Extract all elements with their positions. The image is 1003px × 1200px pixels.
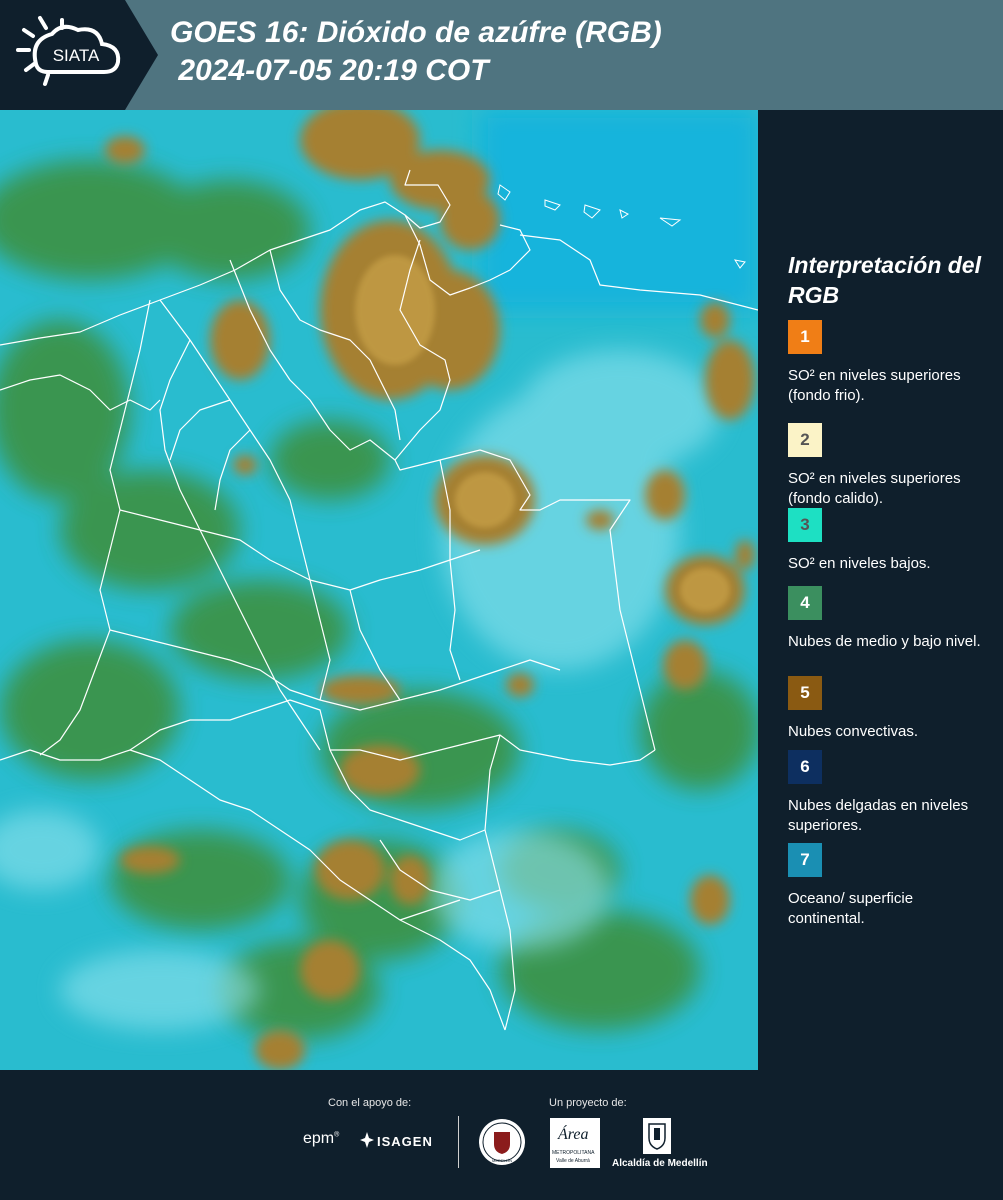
datetime-line: 2024-07-05 20:19 COT: [170, 54, 489, 87]
satellite-map[interactable]: [0, 110, 758, 1070]
project-label: Un proyecto de:: [549, 1097, 627, 1109]
alcaldia-shield-icon: [643, 1118, 671, 1159]
legend-swatch: 5: [788, 676, 822, 710]
legend-text: Oceano/ superficie continental.: [788, 890, 914, 927]
legend-text: Nubes convectivas.: [788, 723, 919, 740]
legend-panel: Interpretación del RGB 1 SO² en niveles s…: [758, 110, 1003, 1070]
legend-text: SO² en niveles superiores (fondo calido)…: [788, 470, 961, 507]
siata-logo: SIATA: [0, 0, 160, 110]
legend-text: SO² en niveles bajos.: [788, 555, 931, 572]
legend-item-7: 7 Oceano/ superficie continental.: [788, 843, 988, 929]
legend-item-1: 1 SO² en niveles superiores (fondo frio).: [788, 320, 988, 406]
page-title: GOES 16: Dióxido de azúfre (RGB) 2024-07…: [170, 14, 662, 90]
legend-swatch: 2: [788, 423, 822, 457]
support-label: Con el apoyo de:: [328, 1097, 412, 1109]
legend-item-5: 5 Nubes convectivas.: [788, 676, 988, 742]
logo-text: SIATA: [53, 46, 100, 65]
legend-item-4: 4 Nubes de medio y bajo nivel.: [788, 586, 988, 652]
legend-item-6: 6 Nubes delgadas en niveles superiores.: [788, 750, 988, 836]
area-metropolitana-logo: Área METROPOLITANA Valle de Aburrá: [550, 1118, 600, 1168]
legend-text: SO² en niveles superiores (fondo frio).: [788, 367, 961, 404]
legend-swatch: 3: [788, 508, 822, 542]
legend-swatch: 4: [788, 586, 822, 620]
legend-title: Interpretación del RGB: [788, 252, 981, 308]
header-bar: SIATA GOES 16: Dióxido de azúfre (RGB) 2…: [0, 0, 1003, 110]
svg-text:MEDELLÍN: MEDELLÍN: [492, 1158, 512, 1163]
legend-text: Nubes de medio y bajo nivel.: [788, 633, 981, 650]
legend-swatch: 7: [788, 843, 822, 877]
legend-swatch: 1: [788, 320, 822, 354]
epm-logo: epm®: [303, 1130, 340, 1147]
isagen-logo: ISAGEN: [377, 1134, 433, 1149]
isagen-icon: [360, 1132, 374, 1153]
alcaldia-label: Alcaldía de Medellín: [612, 1158, 708, 1169]
medellin-seal-icon: MEDELLÍN: [478, 1118, 526, 1171]
footer-divider: [458, 1116, 459, 1168]
footer: Con el apoyo de: Un proyecto de: epm® IS…: [0, 1070, 1003, 1200]
title-line: GOES 16: Dióxido de azúfre (RGB): [170, 16, 662, 49]
legend-item-3: 3 SO² en niveles bajos.: [788, 508, 988, 574]
legend-swatch: 6: [788, 750, 822, 784]
legend-item-2: 2 SO² en niveles superiores (fondo calido…: [788, 423, 988, 509]
legend-text: Nubes delgadas en niveles superiores.: [788, 797, 969, 834]
